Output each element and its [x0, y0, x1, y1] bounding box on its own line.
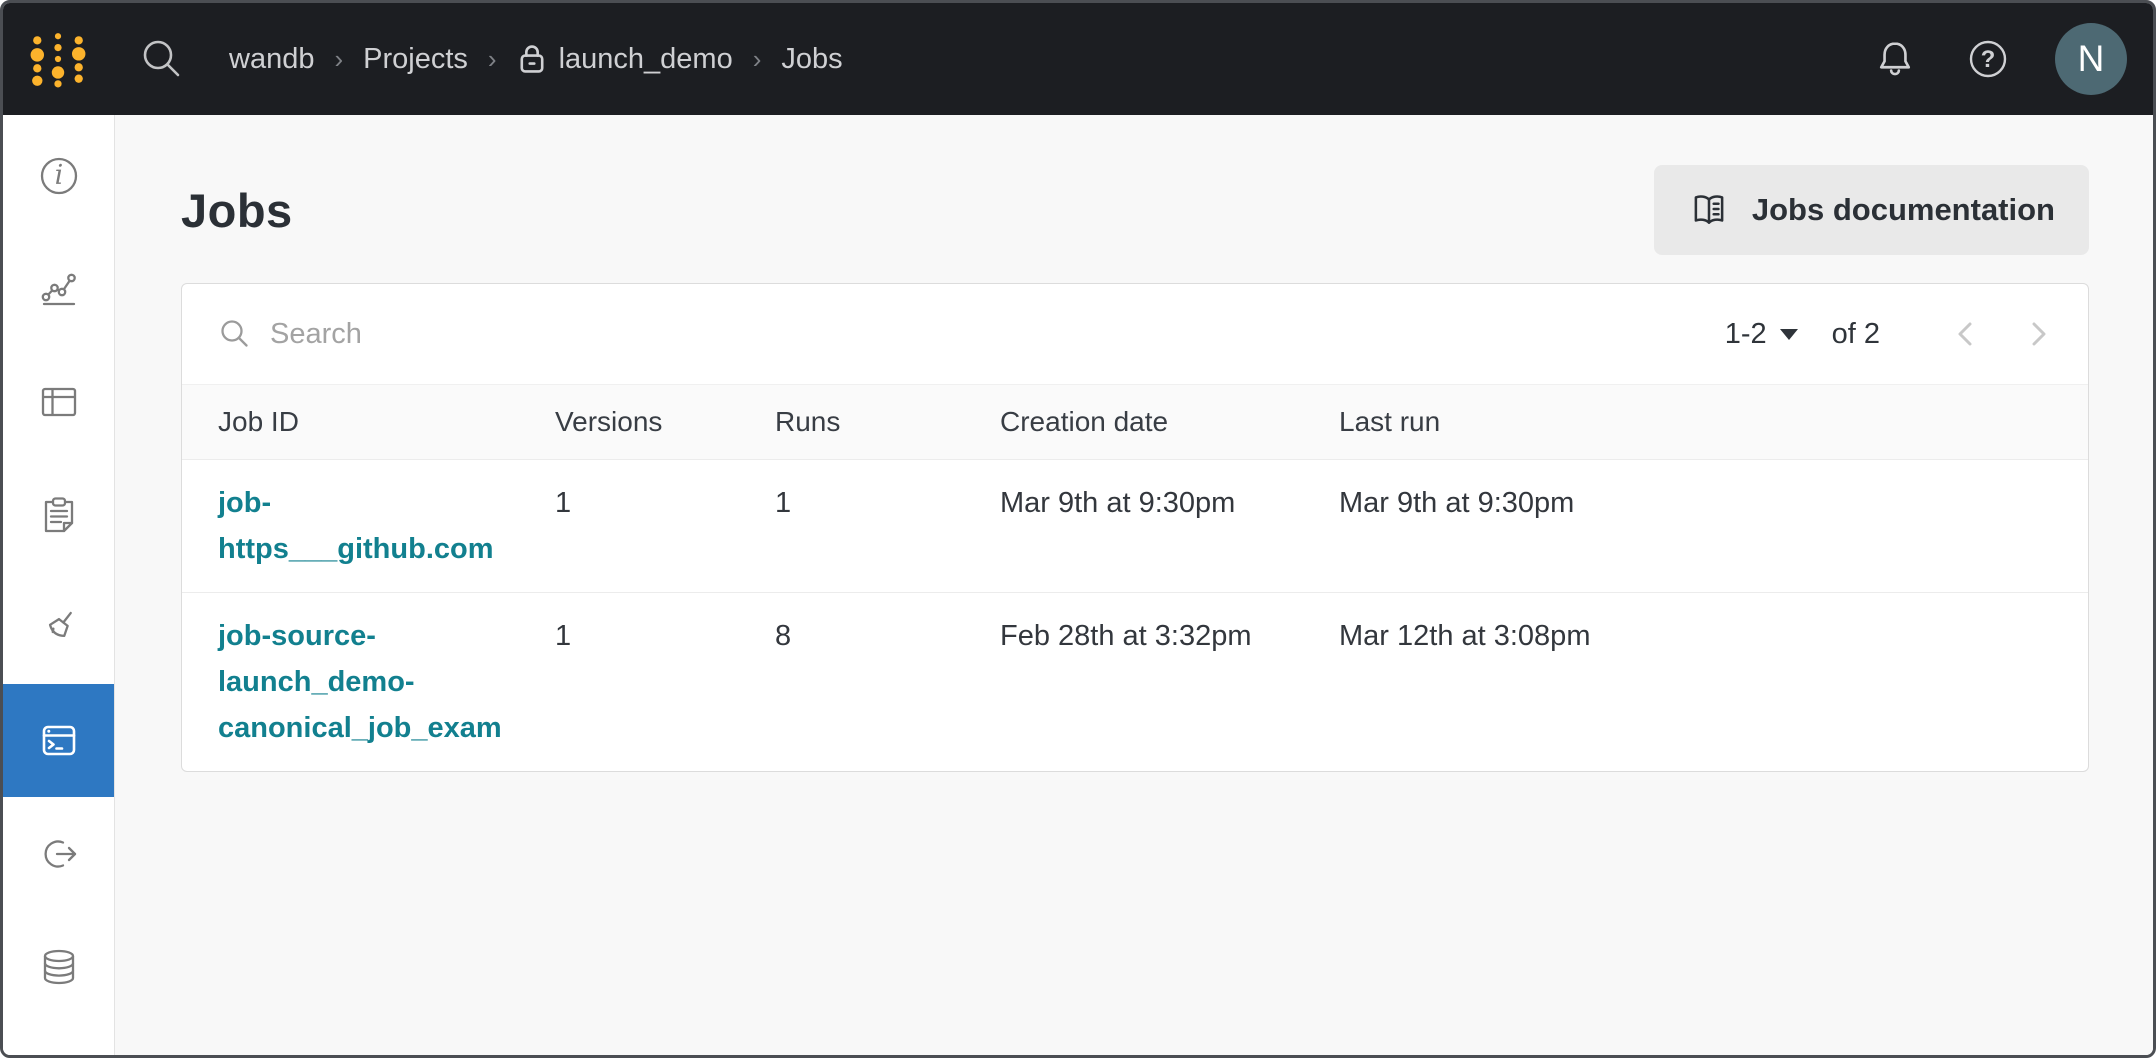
svg-text:?: ?: [1981, 46, 1996, 73]
terminal-window-icon: [36, 718, 82, 764]
last-run-cell: Mar 9th at 9:30pm: [1339, 480, 2052, 526]
wandb-logo-icon[interactable]: [27, 30, 89, 88]
breadcrumb-separator: ›: [334, 44, 343, 75]
breadcrumb-project-label: launch_demo: [559, 43, 733, 76]
lock-icon: [517, 42, 547, 76]
sidebar-item-jobs[interactable]: [3, 684, 114, 797]
avatar-initial: N: [2078, 38, 2105, 80]
user-avatar[interactable]: N: [2055, 23, 2127, 95]
line-chart-icon: [36, 266, 82, 312]
page-total-label: of 2: [1832, 318, 1880, 351]
jobs-documentation-button[interactable]: Jobs documentation: [1654, 165, 2089, 255]
database-icon: [36, 944, 82, 990]
jobs-table-card: 1-2 of 2: [181, 283, 2089, 772]
last-run-cell: Mar 12th at 3:08pm: [1339, 613, 2052, 659]
breadcrumb-project[interactable]: launch_demo: [517, 42, 733, 76]
app-window: wandb › Projects › launch_demo › Jobs: [0, 0, 2156, 1058]
runs-cell: 8: [775, 613, 1000, 659]
sidebar-item-panels[interactable]: [3, 345, 114, 458]
sidebar-item-sweeps[interactable]: [3, 571, 114, 684]
page-header: Jobs Jobs documentation: [181, 161, 2089, 259]
column-header-last-run: Last run: [1339, 406, 2052, 438]
column-header-versions: Versions: [555, 406, 775, 438]
breadcrumb-projects[interactable]: Projects: [363, 43, 468, 76]
versions-cell: 1: [555, 613, 775, 659]
help-icon[interactable]: ?: [1965, 36, 2011, 82]
clipboard-icon: [36, 492, 82, 538]
info-circle-icon: i: [36, 153, 82, 199]
breadcrumb-team[interactable]: wandb: [229, 43, 314, 76]
jobs-documentation-label: Jobs documentation: [1752, 192, 2055, 228]
pagination: 1-2 of 2: [1725, 314, 2052, 354]
table-row: job-source-launch_demo-canonical_job_exa…: [182, 593, 2088, 771]
column-header-job-id: Job ID: [218, 406, 555, 438]
breadcrumb-separator: ›: [488, 44, 497, 75]
page-range-label: 1-2: [1725, 318, 1767, 351]
page-title: Jobs: [181, 183, 293, 238]
search-icon: [218, 317, 252, 351]
broom-icon: [36, 605, 82, 651]
breadcrumb: wandb › Projects › launch_demo › Jobs: [229, 42, 843, 76]
creation-date-cell: Feb 28th at 3:32pm: [1000, 613, 1339, 659]
svg-text:i: i: [54, 160, 63, 191]
versions-cell: 1: [555, 480, 775, 526]
creation-date-cell: Mar 9th at 9:30pm: [1000, 480, 1339, 526]
topbar: wandb › Projects › launch_demo › Jobs: [3, 3, 2153, 115]
sidebar-item-automations[interactable]: [3, 797, 114, 910]
sidebar: i: [3, 115, 115, 1055]
job-id-link[interactable]: job-https___github.com: [218, 480, 540, 572]
breadcrumb-page[interactable]: Jobs: [781, 43, 842, 76]
table-row: job-https___github.com 1 1 Mar 9th at 9:…: [182, 460, 2088, 593]
panel-grid-icon: [36, 379, 82, 425]
notifications-bell-icon[interactable]: [1873, 37, 1917, 81]
column-header-creation-date: Creation date: [1000, 406, 1339, 438]
next-page-button[interactable]: [2026, 314, 2052, 354]
table-toolbar: 1-2 of 2: [182, 284, 2088, 384]
main-content: Jobs Jobs documentation: [115, 115, 2153, 1055]
chevron-right-icon: [2026, 314, 2052, 354]
topbar-actions: ? N: [1873, 23, 2127, 95]
search-icon[interactable]: [139, 36, 185, 82]
runs-cell: 1: [775, 480, 1000, 526]
sidebar-item-workspace[interactable]: [3, 232, 114, 345]
chevron-left-icon: [1952, 314, 1978, 354]
job-id-link[interactable]: job-source-launch_demo-canonical_job_exa…: [218, 613, 540, 751]
search-input[interactable]: [268, 317, 692, 352]
table-header-row: Job ID Versions Runs Creation date Last …: [182, 384, 2088, 460]
book-icon: [1688, 189, 1730, 231]
chevron-down-icon: [1780, 329, 1798, 340]
arrow-exit-icon: [36, 831, 82, 877]
column-header-runs: Runs: [775, 406, 1000, 438]
sidebar-item-overview[interactable]: i: [3, 119, 114, 232]
sidebar-item-reports[interactable]: [3, 458, 114, 571]
sidebar-item-artifacts[interactable]: [3, 910, 114, 1023]
page-range-dropdown[interactable]: 1-2: [1725, 318, 1798, 351]
previous-page-button[interactable]: [1952, 314, 1978, 354]
breadcrumb-separator: ›: [753, 44, 762, 75]
